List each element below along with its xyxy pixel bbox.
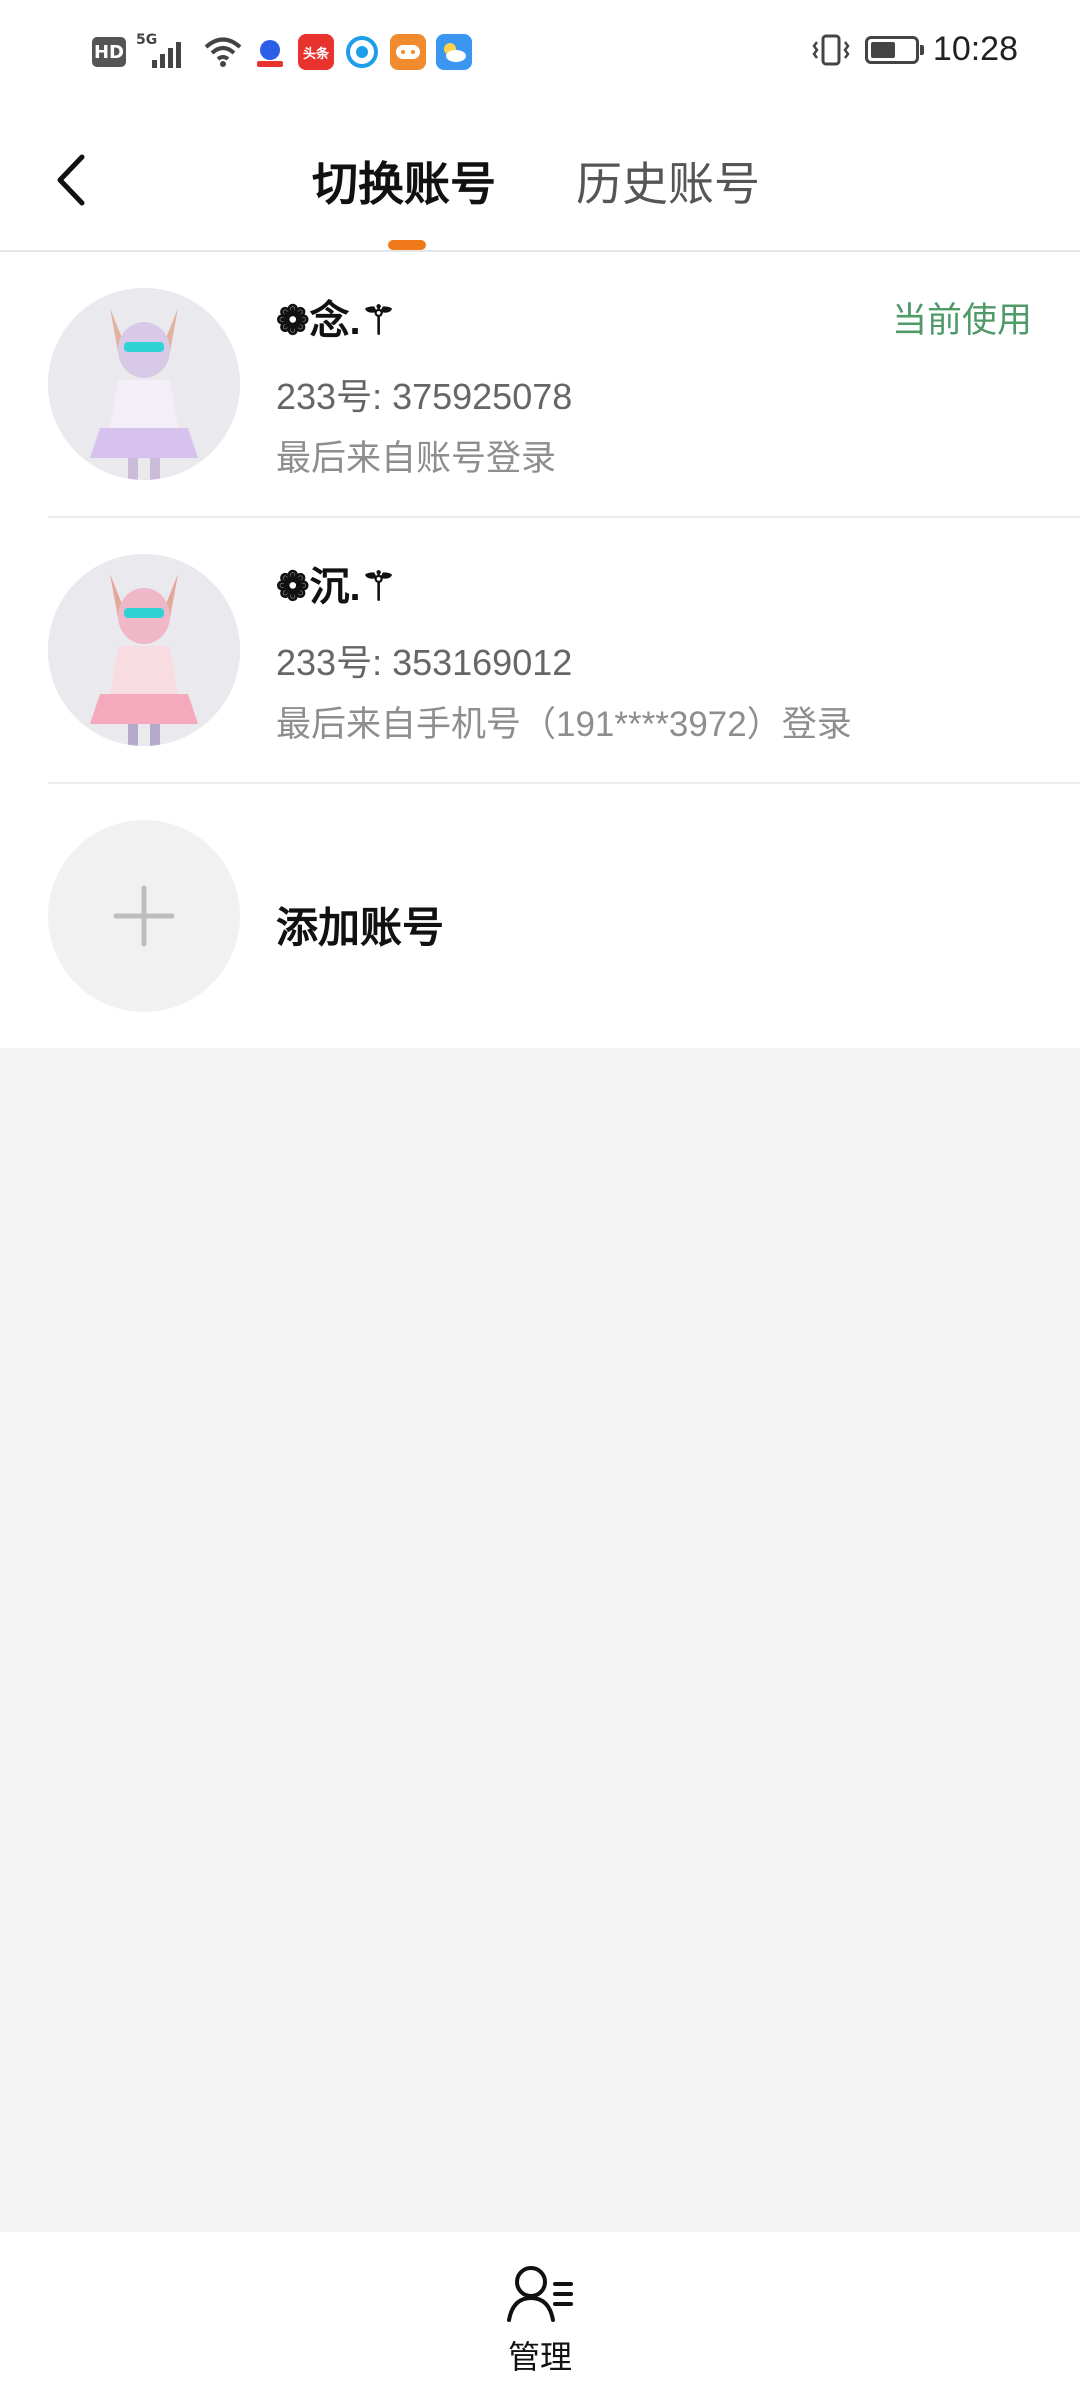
flower-icon: ❁ [276,299,310,343]
add-account-button[interactable] [48,820,240,1012]
game-app-icon [390,34,426,70]
account-row[interactable]: ❁念.⚚ 233号: 375925078 最后来自账号登录 当前使用 [0,252,1080,518]
back-arrow-icon [57,154,85,206]
navigation-bar: 切换账号 历史账号 [0,110,1080,252]
signal-icon: 5G [136,32,194,70]
user-manage-icon [507,2266,573,2322]
add-account-row[interactable]: 添加账号 [0,784,1080,1048]
toutiao-app-icon: 头条 [298,34,334,70]
battery-icon [864,35,924,64]
status-bar: HD 5G 头条 10:28 [0,0,1080,110]
account-row[interactable]: ❁沉.⚚ 233号: 353169012 最后来自手机号（191****3972… [0,518,1080,784]
weather-app-icon [436,34,472,70]
bottom-bar: 管理 [0,2232,1080,2400]
login-source: 最后来自账号登录 [276,439,557,478]
tab-switch-account[interactable]: 切换账号 [312,148,496,214]
add-account-label[interactable]: 添加账号 [276,894,444,955]
account-list: ❁念.⚚ 233号: 375925078 最后来自账号登录 当前使用 ❁沉.⚚ … [0,252,1080,1048]
vibrate-icon [812,34,850,65]
avatar [48,554,240,746]
wifi-icon [204,37,242,67]
account-uid: 233号: 375925078 [276,376,573,417]
login-source: 最后来自手机号（191****3972）登录 [276,705,852,744]
tab-history-account[interactable]: 历史账号 [576,148,760,214]
flower-icon: ❁ [276,565,310,609]
current-in-use-badge: 当前使用 [891,301,1032,340]
back-button[interactable] [40,150,100,210]
status-time: 10:28 [932,30,1018,68]
manage-label: 管理 [507,2339,572,2375]
cross-ornament-icon: ⚚ [360,565,397,609]
plus-icon [113,885,175,947]
manage-button[interactable]: 管理 [480,2262,600,2378]
avatar [48,288,240,480]
account-name: ❁念.⚚ [276,299,397,343]
hd-icon: HD [92,37,126,67]
baidu-app-icon [252,34,288,70]
account-uid: 233号: 353169012 [276,642,573,683]
tab-indicator [388,240,426,250]
browser-app-icon [344,34,380,70]
account-name: ❁沉.⚚ [276,565,397,609]
cross-ornament-icon: ⚚ [360,299,397,343]
